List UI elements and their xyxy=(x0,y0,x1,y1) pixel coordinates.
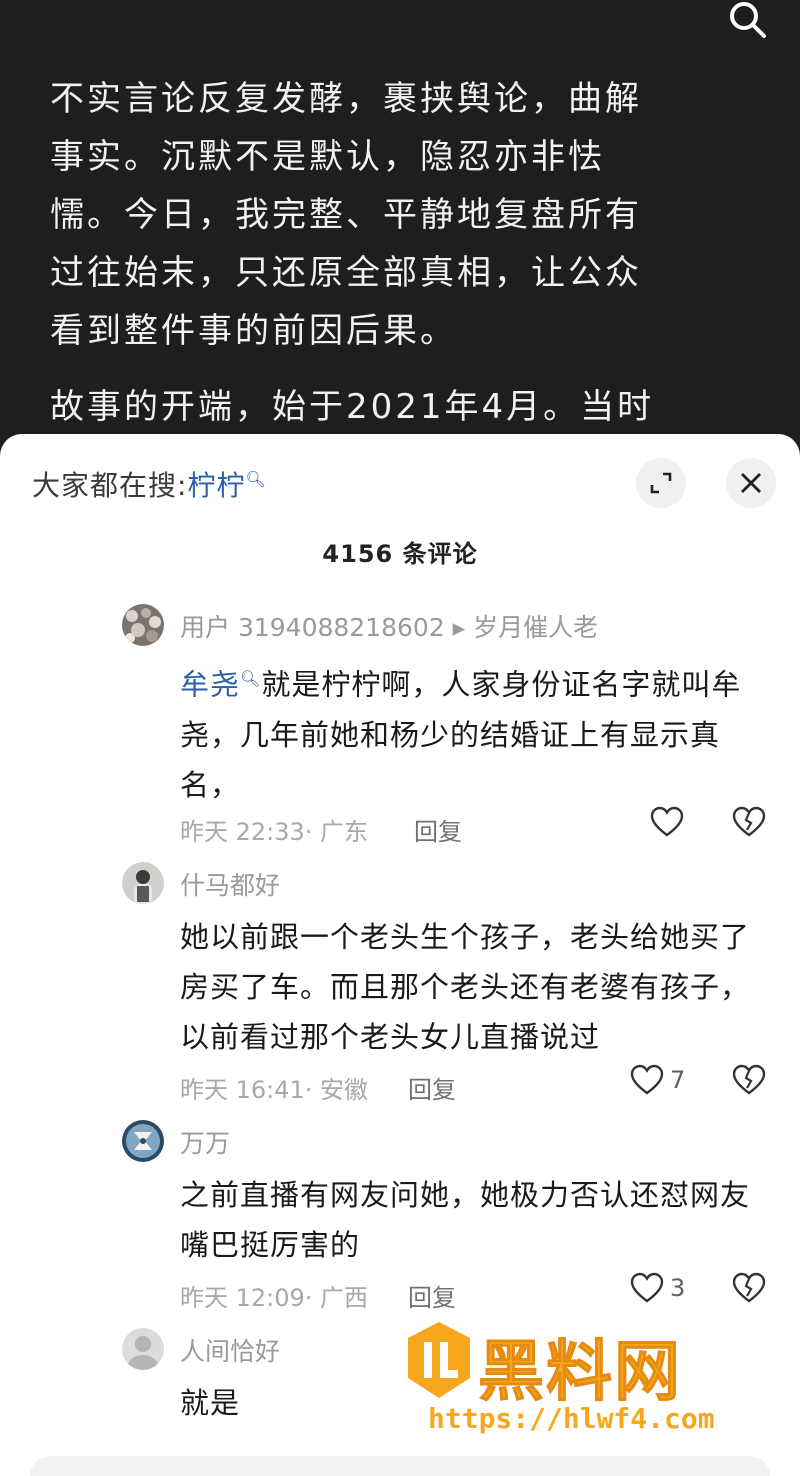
comment-username[interactable]: 人间恰好 xyxy=(180,1332,280,1368)
heart-icon xyxy=(650,806,684,837)
expand-icon xyxy=(650,472,672,494)
dislike-button[interactable] xyxy=(732,1064,766,1100)
broken-heart-icon xyxy=(732,1064,766,1095)
comment-text: 牟尧🔍︎就是柠柠啊，人家身份证名字就叫牟尧，几年前她和杨少的结婚证上有显示真名， xyxy=(180,654,760,810)
like-button[interactable]: 7 xyxy=(630,1064,685,1096)
comment-item: 什马都好 她以前跟一个老头生个孩子，老头给她买了房买了车。而且那个老头还有老婆有… xyxy=(122,862,782,1105)
broken-heart-icon xyxy=(732,806,766,837)
article-paragraph: 不实言论反复发酵，裹挟舆论，曲解事实。沉默不是默认，隐忍亦非怯懦。今日，我完整、… xyxy=(50,79,642,351)
watermark: 黑料网 https://hlwf4.com xyxy=(404,1316,784,1446)
comment-text: 她以前跟一个老头生个孩子，老头给她买了房买了车。而且那个老头还有老婆有孩子，以前… xyxy=(180,920,751,1054)
comment-item: 用户 3194088218602 ▸ 岁月催人老 牟尧🔍︎就是柠柠啊，人家身份证… xyxy=(122,604,782,847)
heart-icon xyxy=(630,1272,664,1303)
hot-search-prefix: 大家都在搜: xyxy=(32,469,188,502)
watermark-logo-text: 黑料网 xyxy=(478,1333,682,1411)
like-count: 7 xyxy=(670,1066,686,1094)
comment-username[interactable]: 什马都好 xyxy=(180,866,280,902)
comment-item: 万万 之前直播有网友问她，她极力否认还怼网友嘴巴挺厉害的 昨天 12:09· 广… xyxy=(122,1120,782,1313)
comment-meta: 昨天 22:33· 广东 xyxy=(180,818,369,846)
avatar[interactable] xyxy=(122,604,164,646)
search-icon: 🔍︎ xyxy=(240,669,262,688)
comment-text: 之前直播有网友问她，她极力否认还怼网友嘴巴挺厉害的 xyxy=(180,1178,751,1262)
reply-button[interactable]: 回复 xyxy=(414,812,462,847)
heart-icon xyxy=(630,1064,664,1095)
search-icon[interactable] xyxy=(726,0,770,44)
watermark-url: https://hlwf4.com xyxy=(428,1402,715,1435)
sheet-header: 大家都在搜:柠柠🔍︎ xyxy=(0,434,800,534)
like-button[interactable]: 3 xyxy=(630,1272,685,1304)
avatar[interactable] xyxy=(122,862,164,904)
reply-button[interactable]: 回复 xyxy=(408,1070,456,1105)
comment-meta: 昨天 12:09· 广西 xyxy=(180,1284,369,1312)
close-icon xyxy=(741,473,761,493)
dislike-button[interactable] xyxy=(732,1272,766,1308)
hot-search-banner[interactable]: 大家都在搜:柠柠🔍︎ xyxy=(32,464,267,504)
expand-button[interactable] xyxy=(636,458,686,508)
comment-username[interactable]: 万万 xyxy=(180,1124,230,1160)
comment-username[interactable]: 用户 3194088218602 ▸ 岁月催人老 xyxy=(180,608,598,644)
avatar[interactable] xyxy=(122,1328,164,1370)
comment-body: 就是柠柠啊，人家身份证名字就叫牟尧，几年前她和杨少的结婚证上有显示真名， xyxy=(180,667,742,802)
mention-link[interactable]: 牟尧 xyxy=(180,668,240,702)
article-area: 不实言论反复发酵，裹挟舆论，曲解事实。沉默不是默认，隐忍亦非怯懦。今日，我完整、… xyxy=(0,0,800,485)
comment-meta: 昨天 16:41· 安徽 xyxy=(180,1076,369,1104)
watermark-logo-icon xyxy=(408,1322,470,1398)
reply-button[interactable]: 回复 xyxy=(408,1278,456,1313)
comment-input-bar[interactable] xyxy=(30,1456,770,1476)
hot-search-keyword[interactable]: 柠柠 xyxy=(187,469,245,502)
avatar[interactable] xyxy=(122,1120,164,1162)
search-icon: 🔍︎ xyxy=(245,469,267,489)
like-button[interactable] xyxy=(650,806,684,838)
like-count: 3 xyxy=(670,1274,686,1302)
close-button[interactable] xyxy=(726,458,776,508)
comment-count: 4156 条评论 xyxy=(322,540,478,568)
dislike-button[interactable] xyxy=(732,806,766,842)
broken-heart-icon xyxy=(732,1272,766,1303)
